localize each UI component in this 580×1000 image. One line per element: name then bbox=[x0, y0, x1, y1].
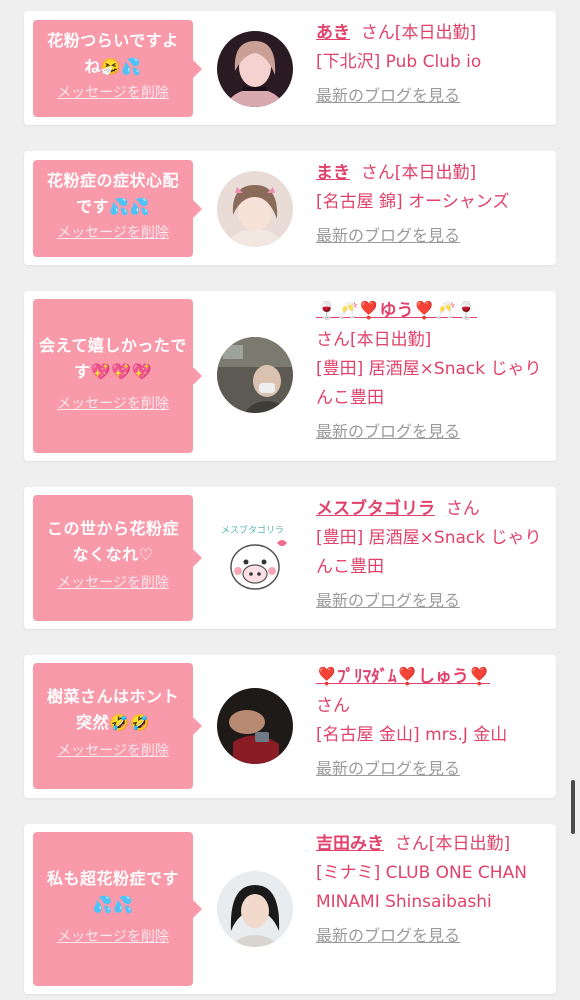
delete-message-link[interactable]: メッセージを削除 bbox=[57, 222, 169, 242]
avatar[interactable]: メスブタゴリラ bbox=[217, 519, 293, 595]
delete-message-link[interactable]: メッセージを削除 bbox=[57, 926, 169, 946]
cast-info: 吉田みき さん[本日出勤] [ミナミ] CLUB ONE CHAN MINAMI… bbox=[316, 830, 552, 951]
message-text: 会えて嬉しかったです💖💖💖 bbox=[39, 336, 187, 381]
avatar[interactable] bbox=[217, 337, 293, 413]
cast-status: さん bbox=[445, 499, 480, 519]
message-card: この世から花粉症なくなれ♡ メッセージを削除 メスブタゴリラ メスブタゴリラ さ… bbox=[24, 487, 556, 629]
message-bubble: 樹菜さんはホント突然🤣🤣 メッセージを削除 bbox=[33, 663, 202, 789]
avatar[interactable] bbox=[217, 31, 293, 107]
cast-info: あき さん[本日出勤] [下北沢] Pub Club io 最新のブログを見る bbox=[316, 19, 552, 111]
cast-name-link[interactable]: 🍷🥂❣️ゆう❣️🥂🍷 bbox=[316, 301, 477, 321]
cast-status: さん[本日出勤] bbox=[360, 23, 477, 43]
cast-info: まき さん[本日出勤] [名古屋 錦] オーシャンズ 最新のブログを見る bbox=[316, 159, 552, 251]
blog-link[interactable]: 最新のブログを見る bbox=[316, 81, 460, 110]
message-bubble: 花粉つらいですよね🤧💦 メッセージを削除 bbox=[33, 20, 202, 117]
blog-link[interactable]: 最新のブログを見る bbox=[316, 417, 460, 446]
cast-name-link[interactable]: あき bbox=[316, 23, 350, 43]
cast-info: メスブタゴリラ さん [豊田] 居酒屋×Snack じゃりんこ豊田 最新のブログ… bbox=[316, 495, 552, 616]
message-card: 私も超花粉症です💦💦 メッセージを削除 吉田みき さん[本日出勤] [ミナミ] … bbox=[24, 824, 556, 994]
message-text: 花粉症の症状心配です💦💦 bbox=[46, 171, 179, 216]
shop-name: [名古屋 錦] オーシャンズ bbox=[316, 192, 510, 212]
message-text: この世から花粉症なくなれ♡ bbox=[46, 519, 179, 564]
cast-info: ❣️ﾌﾟﾘﾏﾀﾞﾑ❣️しゅう❣️ さん [名古屋 金山] mrs.J 金山 最新の… bbox=[316, 663, 552, 784]
shop-name: [ミナミ] CLUB ONE CHAN MINAMI Shinsaibashi bbox=[316, 863, 527, 912]
scrollbar[interactable] bbox=[571, 780, 575, 834]
message-text: 樹菜さんはホント突然🤣🤣 bbox=[46, 687, 179, 732]
message-bubble: 花粉症の症状心配です💦💦 メッセージを削除 bbox=[33, 160, 202, 257]
cast-status: さん bbox=[316, 696, 350, 716]
message-text: 私も超花粉症です💦💦 bbox=[46, 869, 179, 914]
avatar-logo-text: メスブタゴリラ bbox=[221, 524, 284, 536]
message-card: 花粉症の症状心配です💦💦 メッセージを削除 まき さん[本日出勤] [名古屋 錦… bbox=[24, 151, 556, 265]
message-bubble: 会えて嬉しかったです💖💖💖 メッセージを削除 bbox=[33, 299, 202, 453]
shop-name: [下北沢] Pub Club io bbox=[316, 52, 482, 72]
cast-status: さん[本日出勤] bbox=[394, 834, 511, 854]
cast-status: さん[本日出勤] bbox=[316, 330, 432, 350]
cast-info: 🍷🥂❣️ゆう❣️🥂🍷 さん[本日出勤] [豊田] 居酒屋×Snack じゃりんこ豊… bbox=[316, 297, 552, 447]
cast-status: さん[本日出勤] bbox=[360, 163, 477, 183]
message-card: 樹菜さんはホント突然🤣🤣 メッセージを削除 ❣️ﾌﾟﾘﾏﾀﾞﾑ❣️しゅう❣️ さん… bbox=[24, 655, 556, 798]
cast-name-link[interactable]: まき bbox=[316, 163, 350, 183]
delete-message-link[interactable]: メッセージを削除 bbox=[57, 572, 169, 592]
delete-message-link[interactable]: メッセージを削除 bbox=[57, 740, 169, 760]
cast-name-link[interactable]: メスブタゴリラ bbox=[316, 499, 435, 519]
shop-name: [豊田] 居酒屋×Snack じゃりんこ豊田 bbox=[316, 528, 542, 577]
message-bubble: 私も超花粉症です💦💦 メッセージを削除 bbox=[33, 832, 202, 986]
message-bubble: この世から花粉症なくなれ♡ メッセージを削除 bbox=[33, 495, 202, 621]
blog-link[interactable]: 最新のブログを見る bbox=[316, 921, 460, 950]
message-list: 花粉つらいですよね🤧💦 メッセージを削除 あき さん[本日出勤] [下北沢] P… bbox=[0, 0, 580, 1000]
message-text: 花粉つらいですよね🤧💦 bbox=[47, 31, 179, 76]
blog-link[interactable]: 最新のブログを見る bbox=[316, 586, 460, 615]
message-card: 花粉つらいですよね🤧💦 メッセージを削除 あき さん[本日出勤] [下北沢] P… bbox=[24, 11, 556, 125]
delete-message-link[interactable]: メッセージを削除 bbox=[57, 82, 169, 102]
message-card: 会えて嬉しかったです💖💖💖 メッセージを削除 🍷🥂❣️ゆう❣️🥂🍷 さん[本日出勤… bbox=[24, 291, 556, 461]
avatar[interactable] bbox=[217, 171, 293, 247]
avatar[interactable] bbox=[217, 871, 293, 947]
cast-name-link[interactable]: 吉田みき bbox=[316, 834, 384, 854]
blog-link[interactable]: 最新のブログを見る bbox=[316, 754, 460, 783]
cast-name-link[interactable]: ❣️ﾌﾟﾘﾏﾀﾞﾑ❣️しゅう❣️ bbox=[316, 667, 490, 687]
shop-name: [豊田] 居酒屋×Snack じゃりんこ豊田 bbox=[316, 359, 542, 408]
delete-message-link[interactable]: メッセージを削除 bbox=[57, 393, 169, 413]
avatar[interactable] bbox=[217, 688, 293, 764]
blog-link[interactable]: 最新のブログを見る bbox=[316, 221, 460, 250]
shop-name: [名古屋 金山] mrs.J 金山 bbox=[316, 725, 508, 745]
